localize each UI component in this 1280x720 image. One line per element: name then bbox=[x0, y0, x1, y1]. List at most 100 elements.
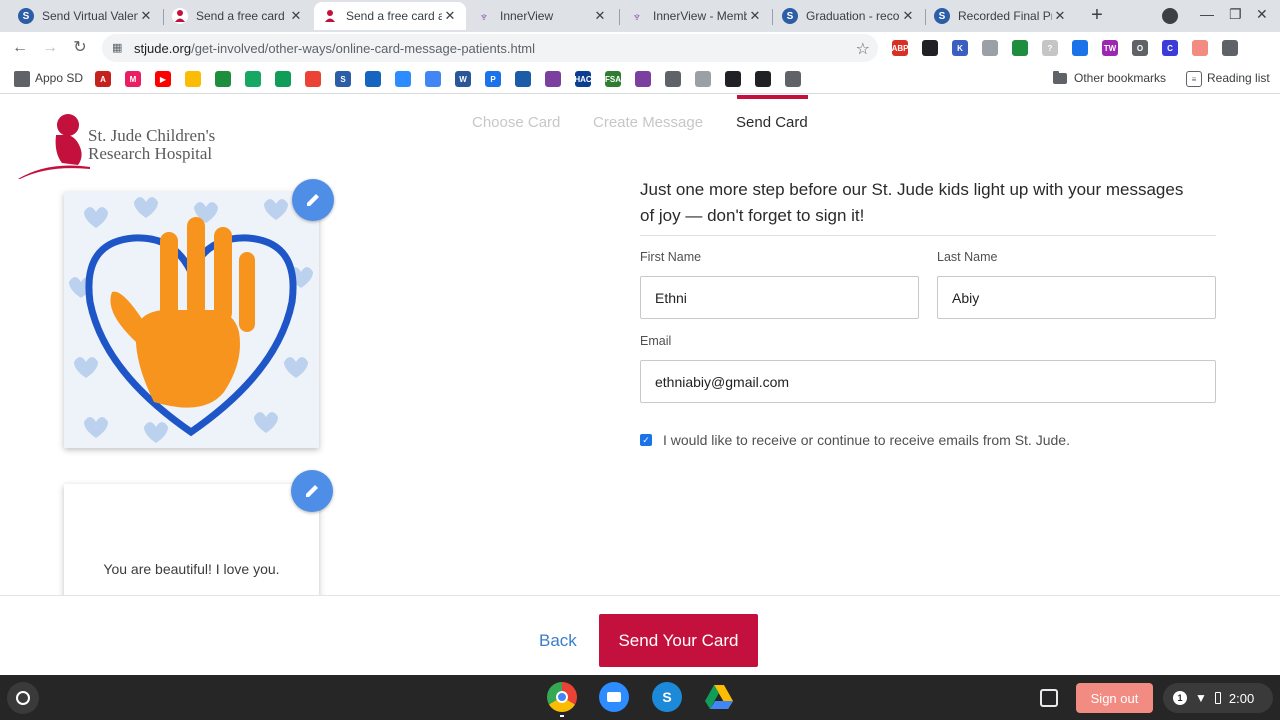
chrome-running-indicator bbox=[560, 715, 564, 717]
email-optin-checkbox[interactable]: ✓ bbox=[640, 434, 652, 446]
extension-icon[interactable]: TW bbox=[1102, 40, 1118, 56]
extension-icon[interactable] bbox=[982, 40, 998, 56]
bookmark-icon[interactable] bbox=[215, 71, 231, 87]
reload-icon[interactable]: ↻ bbox=[70, 38, 90, 58]
bookmark-icon[interactable] bbox=[695, 71, 711, 87]
back-arrow-icon[interactable]: ← bbox=[10, 38, 30, 58]
action-bar: Back Send Your Card bbox=[0, 595, 1280, 675]
extension-icon[interactable]: ? bbox=[1042, 40, 1058, 56]
sign-out-button[interactable]: Sign out bbox=[1076, 683, 1153, 713]
tab-innerview[interactable]: ♆ InnerView ✕ bbox=[468, 2, 616, 30]
reading-list-icon: ≡ bbox=[1186, 71, 1202, 87]
page-content: St. Jude Children's Research Hospital Ch… bbox=[0, 95, 1280, 675]
close-tab-icon[interactable]: ✕ bbox=[288, 8, 304, 24]
bookmark-icon[interactable] bbox=[425, 71, 441, 87]
bookmark-icon[interactable] bbox=[185, 71, 201, 87]
screen-capture-icon[interactable] bbox=[1040, 689, 1058, 707]
tab-send-virtual-valentine[interactable]: S Send Virtual Valen ✕ bbox=[10, 2, 162, 30]
wifi-icon: ▼ bbox=[1195, 691, 1207, 705]
bookmark-star-icon[interactable]: ☆ bbox=[856, 39, 870, 59]
edit-message-button[interactable] bbox=[291, 470, 333, 512]
bookmark-icon[interactable]: P bbox=[485, 71, 501, 87]
close-tab-icon[interactable]: ✕ bbox=[138, 8, 154, 24]
reading-list[interactable]: Reading list bbox=[1207, 71, 1270, 85]
google-drive-app-icon[interactable] bbox=[704, 682, 734, 712]
tab-innerview-members[interactable]: ♆ InnerView - Memb ✕ bbox=[621, 2, 771, 30]
bookmark-icon[interactable] bbox=[365, 71, 381, 87]
close-tab-icon[interactable]: ✕ bbox=[592, 8, 608, 24]
step-choose-card[interactable]: Choose Card bbox=[472, 114, 560, 131]
step-create-message[interactable]: Create Message bbox=[593, 114, 703, 131]
tab-search-icon[interactable] bbox=[1162, 8, 1178, 24]
extension-icon[interactable]: K bbox=[952, 40, 968, 56]
tab-favicon-icon: S bbox=[782, 8, 798, 24]
zoom-app-icon[interactable] bbox=[599, 682, 629, 712]
close-window-button[interactable]: ✕ bbox=[1256, 6, 1268, 23]
apps-grid-icon[interactable] bbox=[14, 71, 30, 87]
status-tray[interactable]: 1 ▼ 2:00 bbox=[1163, 683, 1273, 713]
extension-icon[interactable] bbox=[1072, 40, 1088, 56]
extension-icon[interactable]: C bbox=[1162, 40, 1178, 56]
bookmark-icon[interactable] bbox=[305, 71, 321, 87]
minimize-button[interactable]: — bbox=[1200, 6, 1214, 22]
bookmark-icon[interactable] bbox=[725, 71, 741, 87]
bookmark-icon[interactable] bbox=[515, 71, 531, 87]
last-name-input[interactable]: Abiy bbox=[937, 276, 1216, 319]
tab-send-free-card-1[interactable]: Send a free card a ✕ bbox=[164, 2, 312, 30]
tab-favicon-icon: S bbox=[934, 8, 950, 24]
bookmark-icon[interactable] bbox=[545, 71, 561, 87]
extension-icon[interactable] bbox=[1222, 40, 1238, 56]
clock-time: 2:00 bbox=[1228, 690, 1255, 706]
battery-icon bbox=[1214, 692, 1221, 704]
bookmark-icon[interactable]: FSA bbox=[605, 71, 621, 87]
extension-icon[interactable]: ABP bbox=[892, 40, 908, 56]
card-front-image bbox=[64, 192, 319, 448]
bookmark-icon[interactable] bbox=[755, 71, 771, 87]
tab-send-free-card-active[interactable]: Send a free card a ✕ bbox=[314, 2, 466, 30]
tab-title: Send a free card a bbox=[196, 9, 288, 23]
email-optin-label[interactable]: I would like to receive or continue to r… bbox=[663, 432, 1070, 448]
launcher-button[interactable] bbox=[7, 682, 39, 714]
site-info-icon[interactable]: ▦ bbox=[112, 41, 126, 55]
other-bookmarks[interactable]: Other bookmarks bbox=[1074, 71, 1166, 85]
extension-icon[interactable] bbox=[922, 40, 938, 56]
tab-title: InnerView - Memb bbox=[653, 9, 747, 23]
first-name-input[interactable]: Ethni bbox=[640, 276, 919, 319]
bookmark-appo-sd[interactable]: Appo SD bbox=[35, 71, 83, 85]
bookmark-icon[interactable]: M bbox=[125, 71, 141, 87]
address-bar[interactable]: ▦ stjude.org/get-involved/other-ways/onl… bbox=[102, 34, 878, 62]
bookmark-icon[interactable] bbox=[635, 71, 651, 87]
close-tab-icon[interactable]: ✕ bbox=[1052, 8, 1068, 24]
folder-icon bbox=[1053, 71, 1067, 84]
sync-app-icon[interactable]: S bbox=[652, 682, 682, 712]
new-tab-button[interactable]: + bbox=[1087, 5, 1107, 25]
logo-wordmark[interactable]: St. Jude Children's Research Hospital bbox=[88, 127, 215, 163]
extension-icon[interactable] bbox=[1192, 40, 1208, 56]
notification-count: 1 bbox=[1173, 691, 1187, 705]
back-button[interactable]: Back bbox=[539, 631, 577, 651]
tab-graduation[interactable]: S Graduation - recor ✕ bbox=[774, 2, 924, 30]
bookmark-icon[interactable] bbox=[665, 71, 681, 87]
forward-arrow-icon[interactable]: → bbox=[40, 38, 60, 58]
bookmark-icon[interactable]: S bbox=[335, 71, 351, 87]
tab-recorded-final[interactable]: S Recorded Final Pr ✕ bbox=[926, 2, 1076, 30]
bookmark-icon[interactable] bbox=[245, 71, 261, 87]
close-tab-icon[interactable]: ✕ bbox=[442, 8, 458, 24]
extension-icon[interactable]: O bbox=[1132, 40, 1148, 56]
chrome-app-icon[interactable] bbox=[547, 682, 577, 712]
close-tab-icon[interactable]: ✕ bbox=[900, 8, 916, 24]
close-tab-icon[interactable]: ✕ bbox=[747, 8, 763, 24]
bookmark-icon[interactable] bbox=[395, 71, 411, 87]
bookmark-icon[interactable]: W bbox=[455, 71, 471, 87]
bookmark-icon[interactable] bbox=[785, 71, 801, 87]
send-your-card-button[interactable]: Send Your Card bbox=[599, 614, 758, 667]
edit-card-front-button[interactable] bbox=[292, 179, 334, 221]
email-input[interactable]: ethniabiy@gmail.com bbox=[640, 360, 1216, 403]
bookmark-icon[interactable]: HAC bbox=[574, 71, 592, 87]
os-shelf: S Sign out 1 ▼ 2:00 bbox=[0, 675, 1280, 720]
bookmark-icon[interactable] bbox=[275, 71, 291, 87]
bookmark-icon[interactable]: A bbox=[95, 71, 111, 87]
restore-button[interactable]: ❐ bbox=[1229, 6, 1242, 23]
extension-icon[interactable] bbox=[1012, 40, 1028, 56]
bookmark-icon[interactable]: ▶ bbox=[155, 71, 171, 87]
